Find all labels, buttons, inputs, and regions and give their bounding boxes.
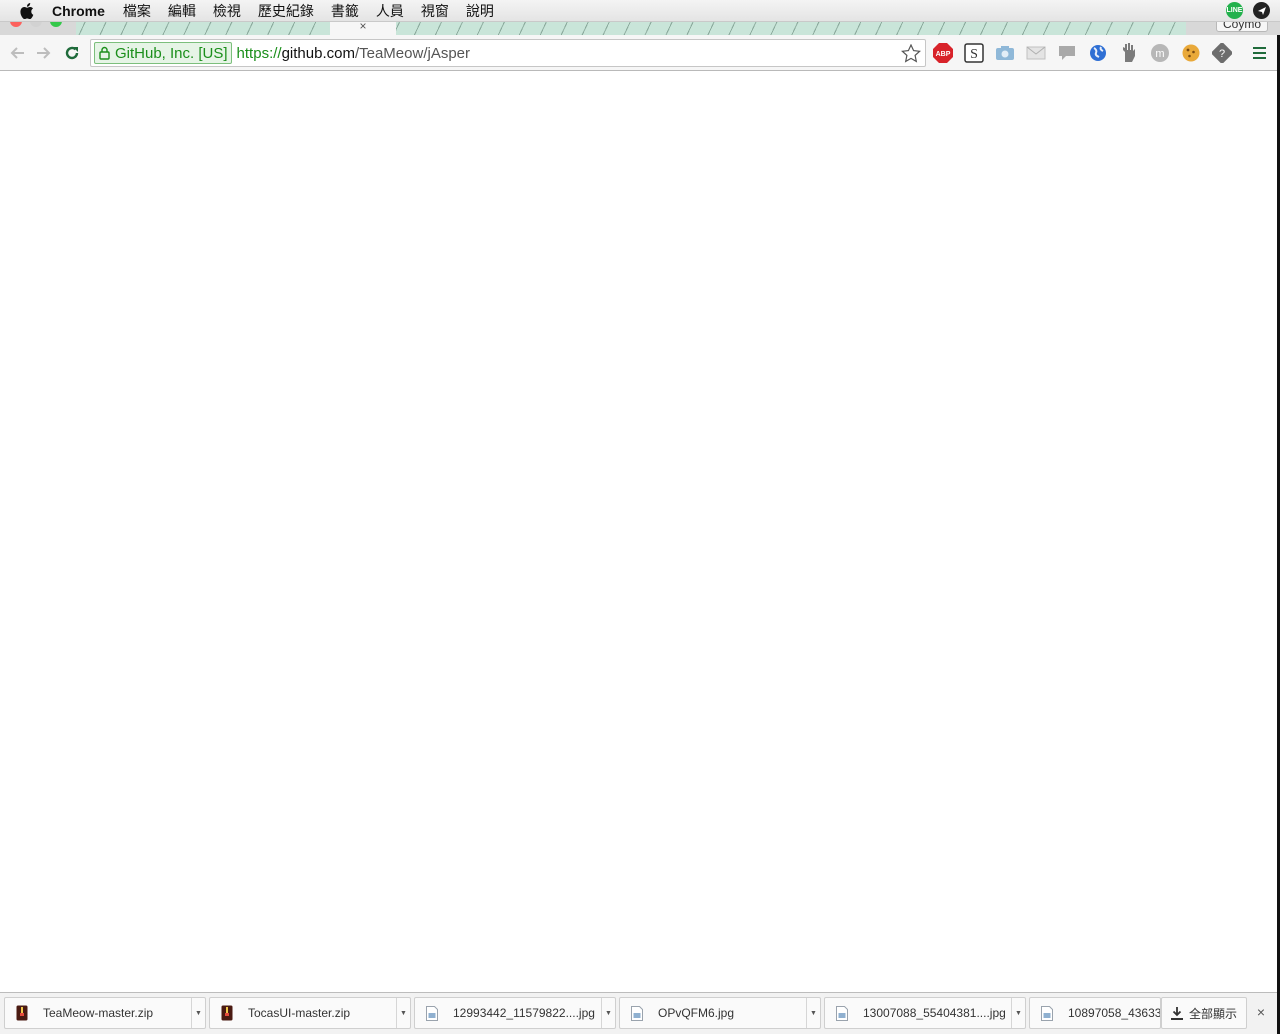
- bookmark-star-icon[interactable]: [901, 43, 921, 68]
- show-all-label: 全部顯示: [1188, 1006, 1237, 1021]
- adblock-plus-icon[interactable]: ABP: [932, 42, 954, 64]
- download-item[interactable]: TeaMeow-master.zip ▼: [4, 997, 206, 1029]
- hand-icon[interactable]: [1118, 42, 1140, 64]
- telegram-icon[interactable]: [1253, 2, 1270, 19]
- download-options-icon[interactable]: ▼: [806, 998, 820, 1028]
- svg-text:?: ?: [1219, 48, 1225, 60]
- download-item[interactable]: OPvQFM6.jpg ▼: [619, 997, 821, 1029]
- camera-icon[interactable]: [994, 42, 1016, 64]
- ev-certificate-label: GitHub, Inc. [US]: [115, 44, 228, 62]
- menu-bar-line: [1252, 47, 1266, 49]
- browser-toolbar: GitHub, Inc. [US] https://github.com/Tea…: [0, 35, 1280, 71]
- comment-icon[interactable]: [1056, 42, 1078, 64]
- back-arrow-icon[interactable]: [6, 42, 28, 64]
- menu-file[interactable]: 檔案: [123, 1, 151, 21]
- menu-edit[interactable]: 編輯: [168, 1, 196, 21]
- url-text[interactable]: https://github.com/TeaMeow/jAsper: [237, 45, 470, 62]
- download-filename: 12993442_11579822....jpg: [453, 1006, 595, 1020]
- menu-bar-line: [1252, 57, 1266, 59]
- download-item[interactable]: 13007088_55404381....jpg ▼: [824, 997, 1026, 1029]
- cookie-icon[interactable]: [1180, 42, 1202, 64]
- forward-arrow-icon[interactable]: [33, 42, 55, 64]
- menu-bar-line: [1252, 52, 1266, 54]
- envelope-icon[interactable]: [1025, 42, 1047, 64]
- image-file-icon: [630, 1005, 644, 1021]
- image-file-icon: [835, 1005, 849, 1021]
- adblock-plus-label: ABP: [936, 51, 951, 58]
- download-filename: 13007088_55404381....jpg: [863, 1006, 1006, 1020]
- page-viewport[interactable]: [0, 71, 1277, 992]
- download-shelf: TeaMeow-master.zip ▼ TocasUI-master.zip …: [0, 992, 1280, 1034]
- menubar-status-area: LINE: [1226, 2, 1270, 19]
- download-filename: 10897058_43633: [1068, 1006, 1160, 1020]
- chrome-menu-button[interactable]: [1249, 43, 1269, 63]
- line-icon[interactable]: LINE: [1226, 2, 1243, 19]
- menu-bookmarks[interactable]: 書籤: [331, 1, 359, 21]
- download-options-icon[interactable]: ▼: [396, 998, 410, 1028]
- m-icon-label: m: [1155, 48, 1164, 60]
- download-filename: TeaMeow-master.zip: [43, 1006, 154, 1020]
- show-all-downloads-button[interactable]: 全部顯示: [1161, 997, 1247, 1029]
- menu-help[interactable]: 說明: [466, 1, 494, 21]
- menu-window[interactable]: 視窗: [421, 1, 449, 21]
- image-file-icon: [425, 1005, 439, 1021]
- apple-icon[interactable]: [18, 2, 36, 20]
- menu-view[interactable]: 檢視: [213, 1, 241, 21]
- address-bar[interactable]: GitHub, Inc. [US] https://github.com/Tea…: [90, 39, 926, 67]
- line-icon-label: LINE: [1226, 7, 1243, 14]
- reload-icon[interactable]: [61, 42, 83, 64]
- download-item[interactable]: 12993442_11579822....jpg ▼: [414, 997, 616, 1029]
- url-host: github.com: [281, 44, 355, 62]
- s-icon-label: S: [970, 47, 978, 62]
- close-shelf-icon[interactable]: ×: [1252, 1003, 1270, 1021]
- extension-icons: ABP S m ?: [932, 42, 1233, 64]
- download-options-icon[interactable]: ▼: [191, 998, 205, 1028]
- puzzle-icon[interactable]: ?: [1211, 42, 1233, 64]
- ev-certificate-badge[interactable]: GitHub, Inc. [US]: [94, 42, 232, 64]
- download-options-icon[interactable]: ▼: [601, 998, 615, 1028]
- globe-icon[interactable]: [1087, 42, 1109, 64]
- download-filename: OPvQFM6.jpg: [658, 1006, 735, 1020]
- url-path: /TeaMeow/jAsper: [354, 44, 471, 62]
- app-menu-chrome[interactable]: Chrome: [52, 3, 105, 19]
- macos-menu-bar: Chrome 檔案 編輯 檢視 歷史紀錄 書籤 人員 視窗 說明 LINE: [0, 0, 1280, 22]
- lock-icon: [99, 46, 110, 60]
- download-options-icon[interactable]: ▼: [1011, 998, 1025, 1028]
- image-file-icon: [1040, 1005, 1054, 1021]
- download-filename: TocasUI-master.zip: [248, 1006, 351, 1020]
- s-icon[interactable]: S: [963, 42, 985, 64]
- download-item[interactable]: TocasUI-master.zip ▼: [209, 997, 411, 1029]
- url-scheme: https://: [236, 44, 282, 62]
- menu-history[interactable]: 歷史紀錄: [258, 1, 314, 21]
- download-item[interactable]: 10897058_43633: [1029, 997, 1161, 1029]
- zip-file-icon: [220, 1005, 234, 1021]
- download-icon: [1170, 1006, 1183, 1020]
- m-icon[interactable]: m: [1149, 42, 1171, 64]
- menu-people[interactable]: 人員: [376, 1, 404, 21]
- zip-file-icon: [15, 1005, 29, 1021]
